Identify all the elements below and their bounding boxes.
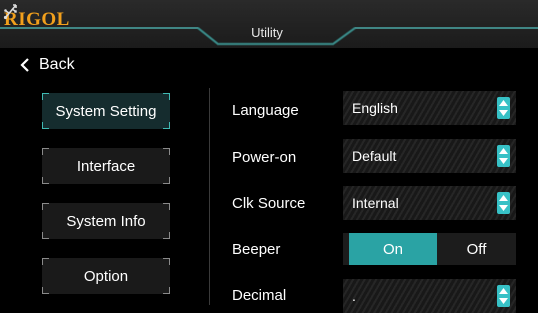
back-label: Back (39, 56, 75, 73)
nav-option[interactable]: Option (42, 258, 170, 294)
beeper-toggle[interactable]: On Off (343, 233, 516, 265)
title-bar: RIGOL Utility (0, 0, 538, 48)
up-down-arrows-icon (497, 97, 510, 119)
nav-label: Option (83, 267, 129, 285)
decimal-label: Decimal (232, 287, 287, 304)
clk-source-value: Internal (352, 195, 399, 211)
header-accent-line (0, 26, 538, 46)
decimal-value: . (352, 288, 356, 304)
up-down-arrows-icon (497, 192, 510, 214)
power-on-label: Power-on (232, 149, 297, 166)
nav-system-setting[interactable]: System Setting (42, 93, 170, 129)
panel-divider (209, 88, 210, 305)
up-down-arrows-icon (497, 145, 510, 167)
beeper-off-option[interactable]: Off (437, 233, 516, 265)
beeper-label: Beeper (232, 241, 281, 258)
up-down-arrows-icon (497, 285, 510, 307)
language-select[interactable]: English (343, 91, 516, 125)
nav-label: System Info (66, 212, 146, 230)
back-button[interactable]: Back (20, 56, 75, 74)
beeper-on-option[interactable]: On (349, 233, 437, 265)
decimal-select[interactable]: . (343, 279, 516, 313)
language-label: Language (232, 102, 299, 119)
page-title: Utility (251, 25, 283, 40)
clk-source-label: Clk Source (232, 195, 306, 212)
clk-source-select[interactable]: Internal (343, 186, 516, 220)
power-on-value: Default (352, 148, 397, 164)
language-value: English (352, 100, 398, 116)
nav-interface[interactable]: Interface (42, 148, 170, 184)
chevron-left-icon (20, 58, 29, 72)
usb-icon (3, 4, 17, 20)
nav-label: System Setting (55, 102, 157, 120)
power-on-select[interactable]: Default (343, 139, 516, 173)
nav-system-info[interactable]: System Info (42, 203, 170, 239)
nav-label: Interface (76, 157, 136, 175)
